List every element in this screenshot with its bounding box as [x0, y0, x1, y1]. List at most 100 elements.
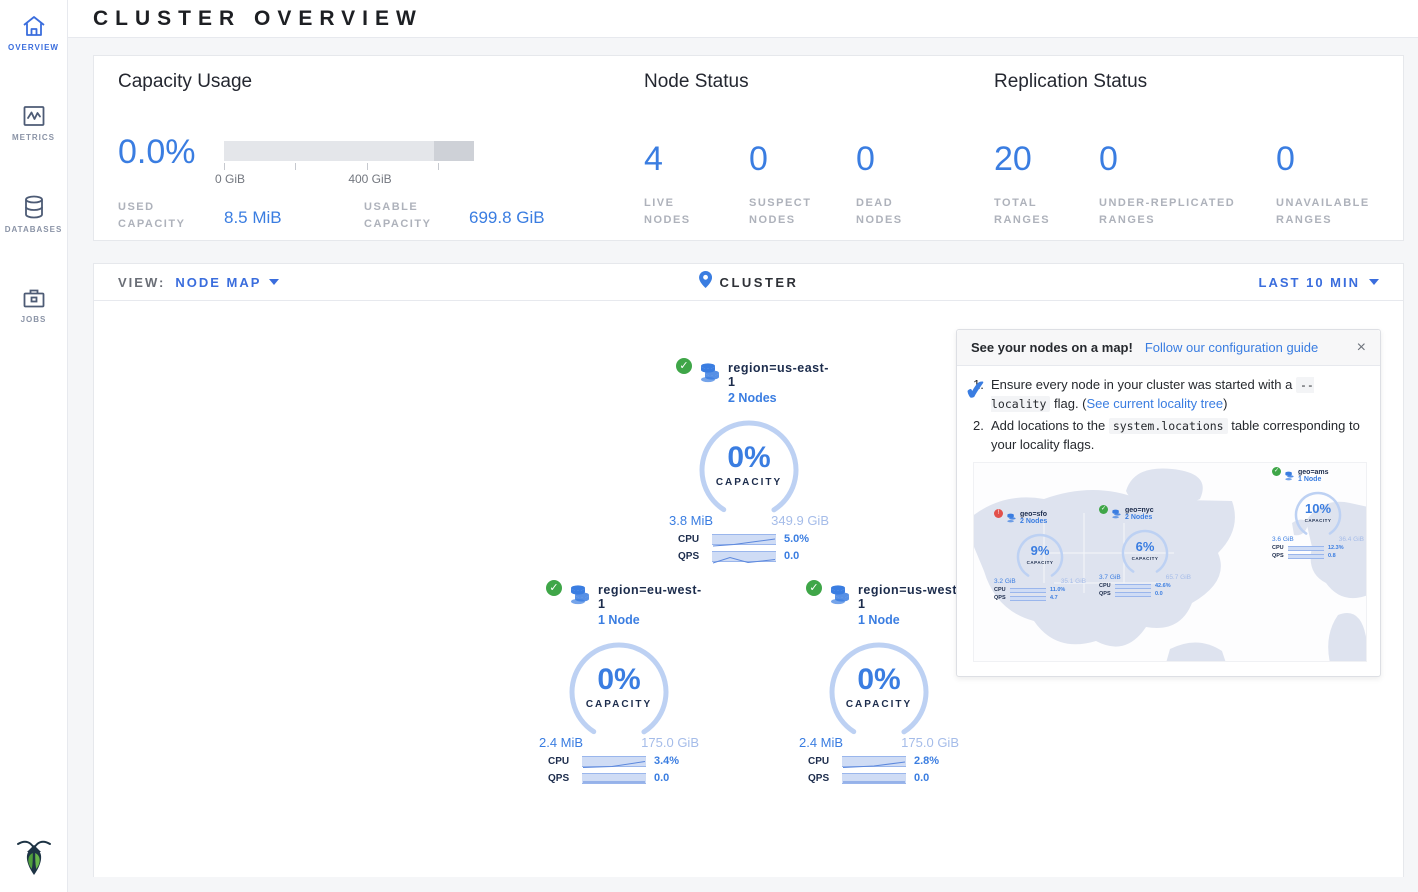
cpu-value: 5.0%	[784, 533, 809, 545]
node-map-canvas: ✓ region=us-east-1 2 Nodes 0% CAPACITY 3…	[94, 301, 1403, 877]
geo-label: geo=nyc	[1125, 507, 1154, 514]
nodes-count-link[interactable]: 1 Node	[858, 613, 900, 627]
configuration-guide-link[interactable]: Follow our configuration guide	[1145, 340, 1318, 355]
cpu-label: CPU	[808, 756, 842, 767]
capacity-gauge: 0% CAPACITY	[564, 637, 674, 733]
capacity-gauge: 0% CAPACITY	[694, 415, 804, 511]
usable-capacity-value: 699.8 GiB	[469, 199, 545, 228]
node-group-us-west-1[interactable]: ✓ region=us-west-1 1 Node 0% CAPACITY 2.…	[794, 583, 964, 784]
summary-card: Capacity Usage 0.0% 0 GiB 400 GiB USED C…	[93, 55, 1404, 241]
capacity-percent: 10%	[1292, 501, 1344, 516]
node-group-us-east-1[interactable]: ✓ region=us-east-1 2 Nodes 0% CAPACITY 3…	[664, 361, 834, 562]
qps-sparkline	[1010, 596, 1046, 601]
time-range-selector[interactable]: LAST 10 MIN	[1259, 275, 1379, 290]
qps-value: 0.0	[784, 550, 799, 562]
cpu-value: 12.3%	[1328, 545, 1344, 551]
cockroachdb-logo[interactable]	[0, 835, 67, 882]
node-group-eu-west-1[interactable]: ✓ region=eu-west-1 1 Node 0% CAPACITY 2.…	[534, 583, 704, 784]
capacity-label: CAPACITY	[1119, 556, 1171, 561]
stat-label: TOTAL RANGES	[994, 195, 1064, 229]
used-capacity-label: USED CAPACITY	[118, 199, 213, 233]
cpu-sparkline	[582, 756, 646, 767]
cpu-value: 11.0%	[1050, 587, 1065, 593]
breadcrumb-cluster[interactable]: CLUSTER	[720, 275, 799, 290]
capacity-percent: 0.0%	[118, 133, 196, 172]
cpu-value: 2.8%	[914, 755, 939, 767]
popup-body: ✔ 1.Ensure every node in your cluster wa…	[957, 366, 1380, 676]
suspect-nodes-stat: 0 SUSPECT NODES	[749, 140, 856, 229]
cpu-sparkline	[1010, 588, 1046, 593]
healthy-check-icon: ✓	[1099, 505, 1108, 514]
sidebar-item-jobs[interactable]: JOBS	[0, 272, 67, 334]
completed-check-icon: ✔	[963, 371, 989, 411]
stat-value: 0	[856, 140, 966, 179]
node-stack-icon	[828, 583, 852, 612]
step-text: flag. (	[1050, 396, 1086, 411]
nodes-count: 1 Node	[1298, 476, 1329, 483]
capacity-tick	[367, 163, 368, 170]
replication-status-title: Replication Status	[994, 71, 1396, 93]
replication-status-section: Replication Status 20 TOTAL RANGES 0 UND…	[994, 71, 1396, 229]
dead-nodes-stat: 0 DEAD NODES	[856, 140, 966, 229]
capacity-tick-label: 400 GiB	[348, 172, 391, 186]
node-stack-icon	[1111, 507, 1122, 525]
databases-icon	[0, 194, 67, 220]
cpu-sparkline	[842, 756, 906, 767]
capacity-gauge: 0% CAPACITY	[824, 637, 934, 733]
close-icon[interactable]: ×	[1357, 339, 1366, 357]
capacity-gauge: 10% CAPACITY	[1292, 489, 1344, 535]
cpu-label: CPU	[1099, 583, 1115, 589]
capacity-gauge: 9% CAPACITY	[1014, 531, 1066, 577]
stat-label: SUSPECT NODES	[749, 195, 824, 229]
node-status-title: Node Status	[644, 71, 966, 93]
qps-value: 0.0	[654, 772, 669, 784]
region-label: region=us-east-1	[728, 361, 834, 389]
capacity-label: CAPACITY	[1292, 518, 1344, 523]
location-pin-icon	[699, 271, 712, 293]
unavailable-ranges-stat: 0 UNAVAILABLE RANGES	[1276, 140, 1396, 229]
view-selector[interactable]: NODE MAP	[175, 275, 279, 290]
locality-tree-link[interactable]: See current locality tree	[1087, 396, 1224, 411]
sidebar-item-databases[interactable]: DATABASES	[0, 180, 67, 244]
qps-label: QPS	[994, 595, 1010, 601]
jobs-icon	[0, 286, 67, 310]
nodes-count-link[interactable]: 1 Node	[598, 613, 640, 627]
sidebar-item-overview[interactable]: OVERVIEW	[0, 0, 67, 62]
sidebar-item-label: OVERVIEW	[0, 43, 67, 52]
mini-node-geo-nyc: ✓ geo=nyc 2 Nodes 6% CAPACITY	[1099, 507, 1191, 597]
sidebar-item-metrics[interactable]: METRICS	[0, 90, 67, 152]
cpu-sparkline	[1288, 546, 1324, 551]
popup-header: See your nodes on a map! Follow our conf…	[957, 330, 1380, 366]
capacity-bar	[224, 141, 474, 161]
step-text: Add locations to the	[991, 418, 1109, 433]
capacity-tick	[224, 163, 225, 170]
capacity-percent: 9%	[1014, 543, 1066, 558]
capacity-label: CAPACITY	[824, 699, 934, 710]
cpu-label: CPU	[1272, 545, 1288, 551]
sidebar-item-label: METRICS	[0, 133, 67, 142]
qps-label: QPS	[548, 773, 582, 784]
capacity-tick	[438, 163, 439, 170]
nodes-count-link[interactable]: 2 Nodes	[728, 391, 777, 405]
used-capacity: 3.6 GiB	[1272, 536, 1294, 543]
capacity-percent: 0%	[824, 663, 934, 697]
qps-sparkline	[1115, 592, 1151, 597]
metrics-icon	[0, 104, 67, 128]
stat-value: 0	[1276, 140, 1396, 179]
cpu-value: 42.6%	[1155, 583, 1171, 589]
page-title: CLUSTER OVERVIEW	[93, 7, 423, 31]
stat-label: UNDER-REPLICATED RANGES	[1099, 195, 1259, 229]
qps-sparkline	[712, 551, 776, 562]
healthy-check-icon: ✓	[676, 358, 692, 374]
used-capacity: 3.2 GiB	[994, 578, 1016, 585]
qps-sparkline	[1288, 554, 1324, 559]
capacity-label: CAPACITY	[1014, 560, 1066, 565]
cpu-sparkline	[1115, 584, 1151, 589]
qps-value: 0.0	[914, 772, 929, 784]
capacity-label: CAPACITY	[694, 477, 804, 488]
nodes-count: 2 Nodes	[1125, 514, 1154, 521]
qps-sparkline	[582, 773, 646, 784]
view-label: VIEW:	[118, 275, 165, 290]
qps-value: 0.8	[1328, 553, 1336, 559]
capacity-bar-reserved	[434, 141, 474, 161]
